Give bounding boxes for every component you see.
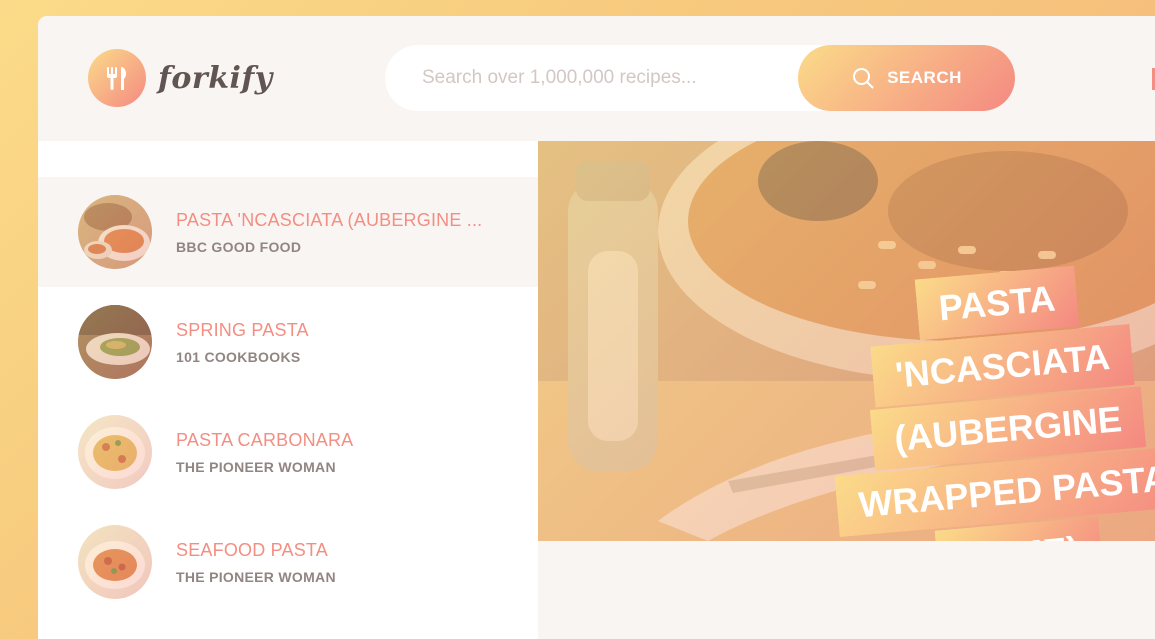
result-item[interactable]: PASTA 'NCASCIATA (AUBERGINE ... BBC GOOD… xyxy=(38,177,538,287)
recipe-figure: PASTA 'NCASCIATA (AUBERGINE WRAPPED PAST… xyxy=(538,141,1155,541)
recipe-thumbnail xyxy=(78,195,152,269)
result-publisher: THE PIONEER WOMAN xyxy=(176,458,336,475)
header: forkify SEARCH xyxy=(38,16,1155,141)
search-icon xyxy=(853,68,874,89)
recipe-thumbnail xyxy=(78,415,152,489)
recipe-thumbnail xyxy=(78,525,152,599)
recipe-view: PASTA 'NCASCIATA (AUBERGINE WRAPPED PAST… xyxy=(538,141,1155,639)
recipe-thumbnail xyxy=(78,305,152,379)
result-publisher: THE PIONEER WOMAN xyxy=(176,568,336,585)
search-input[interactable] xyxy=(422,67,782,89)
result-publisher: 101 COOKBOOKS xyxy=(176,348,301,365)
search-button-label: SEARCH xyxy=(887,68,962,87)
result-title: PASTA CARBONARA xyxy=(176,429,354,450)
recipe-title: PASTA 'NCASCIATA (AUBERGINE WRAPPED PAST… xyxy=(815,256,1155,541)
logo-text: forkify xyxy=(158,60,273,96)
fork-knife-icon xyxy=(88,49,146,107)
result-title: SPRING PASTA xyxy=(176,319,309,340)
search-button[interactable]: SEARCH xyxy=(798,45,1015,111)
result-title: SEAFOOD PASTA xyxy=(176,539,328,560)
result-item[interactable]: PASTA CARBONARA THE PIONEER WOMAN xyxy=(38,397,538,507)
result-item[interactable]: SEAFOOD PASTA THE PIONEER WOMAN xyxy=(38,507,538,617)
result-title: PASTA 'NCASCIATA (AUBERGINE ... xyxy=(176,209,481,230)
search-results: PASTA 'NCASCIATA (AUBERGINE ... BBC GOOD… xyxy=(38,141,538,639)
app-container: forkify SEARCH xyxy=(38,16,1155,639)
result-item[interactable]: SPRING PASTA 101 COOKBOOKS xyxy=(38,287,538,397)
logo[interactable]: forkify xyxy=(88,49,273,107)
result-publisher: BBC GOOD FOOD xyxy=(176,238,302,255)
search-form: SEARCH xyxy=(385,45,1015,111)
